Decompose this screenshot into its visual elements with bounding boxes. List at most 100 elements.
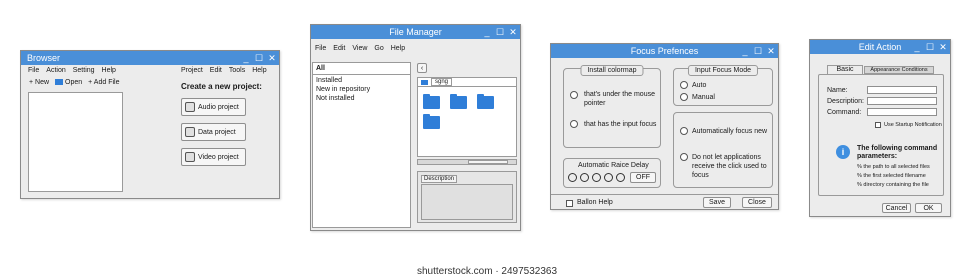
close-icon[interactable]: ✕	[767, 45, 775, 57]
close-icon[interactable]: ✕	[268, 52, 276, 64]
menu-edit[interactable]: Edit	[333, 45, 345, 52]
browser-menubar: File Action Setting Help	[21, 65, 171, 75]
clock-icon	[580, 173, 589, 182]
close-icon[interactable]: ✕	[509, 26, 517, 38]
colormap-focus-radio[interactable]	[570, 120, 578, 128]
new-button[interactable]: + New	[29, 79, 49, 86]
close-icon[interactable]: ✕	[939, 41, 947, 53]
minimize-icon[interactable]: _	[483, 26, 491, 38]
folder-icon[interactable]	[423, 114, 440, 129]
close-button[interactable]: Close	[742, 197, 772, 208]
file-manager-window: File Manager _ ☐ ✕ File Edit View Go Hel…	[310, 24, 521, 231]
browser-toolbar: + New Open + Add File	[29, 79, 119, 86]
browser-title: Browser	[27, 53, 61, 63]
description-field[interactable]	[867, 97, 937, 105]
data-project-button[interactable]: Data project	[181, 123, 246, 141]
folder-icon	[421, 79, 428, 85]
startup-checkbox[interactable]	[875, 122, 881, 128]
folder-view: sgng	[417, 77, 517, 157]
filter-item-not-installed[interactable]: Not installed	[313, 94, 410, 103]
audio-icon	[185, 102, 195, 112]
folder-icon[interactable]	[450, 94, 467, 109]
menu-help[interactable]: Help	[102, 67, 116, 74]
menu-tools[interactable]: Tools	[229, 67, 245, 74]
menu-help[interactable]: Help	[391, 45, 405, 52]
clock-icon	[568, 173, 577, 182]
maximize-icon[interactable]: ☐	[754, 45, 762, 57]
menu-view[interactable]: View	[352, 45, 367, 52]
browser-file-panel[interactable]	[28, 92, 123, 192]
tab-basic[interactable]: Basic	[827, 65, 863, 74]
scrollbar-thumb[interactable]	[468, 160, 508, 164]
colormap-mouse-radio[interactable]	[570, 91, 578, 99]
browser-titlebar: Browser _ ☐ ✕	[21, 51, 279, 65]
minimize-icon[interactable]: _	[741, 45, 749, 57]
maximize-icon[interactable]: ☐	[255, 52, 263, 64]
off-button[interactable]: OFF	[630, 172, 656, 183]
raise-delay-group: Automatic Raice Delay OFF	[563, 158, 661, 188]
no-focus-label: Do not let applications receive the clic…	[692, 154, 767, 179]
auto-focus-radio[interactable]	[680, 127, 688, 135]
open-button[interactable]: Open	[55, 79, 82, 86]
description-text	[421, 184, 513, 220]
menu-setting[interactable]: Setting	[73, 67, 95, 74]
path-label: sgng	[431, 78, 453, 86]
video-project-button[interactable]: Video project	[181, 148, 246, 166]
balloon-help-checkbox[interactable]	[566, 200, 573, 207]
description-panel: Description	[417, 171, 517, 223]
name-field[interactable]	[867, 86, 937, 94]
filter-item-new[interactable]: New in repository	[313, 85, 410, 94]
install-colormap-group: Install colormap that's under the mouse …	[563, 65, 661, 148]
minimize-icon[interactable]: _	[242, 52, 250, 64]
menu-edit[interactable]: Edit	[210, 67, 222, 74]
menu-file[interactable]: File	[315, 45, 326, 52]
folder-icon[interactable]	[477, 94, 494, 109]
watermark: shutterstock.com · 2497532363	[416, 266, 558, 277]
name-label: Name:	[827, 87, 848, 94]
startup-label: Use Startup Notification	[884, 122, 942, 128]
clock-icon	[592, 173, 601, 182]
param-symbol: %	[857, 164, 862, 170]
manual-radio[interactable]	[680, 93, 688, 101]
plus-icon: +	[88, 79, 93, 86]
menu-action[interactable]: Action	[46, 67, 65, 74]
save-button[interactable]: Save	[703, 197, 731, 208]
input-focus-mode-group: Input Focus Mode Auto Manual	[673, 65, 773, 106]
plus-icon: +	[29, 79, 34, 86]
description-label: Description:	[827, 98, 864, 105]
maximize-icon[interactable]: ☐	[496, 26, 504, 38]
menu-file[interactable]: File	[28, 67, 39, 74]
filter-item-all[interactable]: All	[313, 63, 410, 75]
clock-icon	[616, 173, 625, 182]
ok-button[interactable]: OK	[915, 203, 942, 213]
folder-icon[interactable]	[423, 94, 440, 109]
minimize-icon[interactable]: _	[913, 41, 921, 53]
description-tab[interactable]: Description	[421, 175, 458, 183]
input-focus-mode-title: Input Focus Mode	[687, 65, 759, 76]
tab-appearance[interactable]: Appearance Conditions	[864, 66, 934, 74]
horizontal-scrollbar[interactable]	[417, 159, 517, 165]
folder-icon	[55, 79, 64, 86]
edit-action-form: Name: Description: Command: Use Startup …	[818, 74, 944, 196]
add-file-button[interactable]: + Add File	[88, 79, 119, 86]
cancel-button[interactable]: Cancel	[882, 203, 911, 213]
param-directory: % directory containing the file	[857, 182, 929, 188]
clock-icon	[604, 173, 613, 182]
menu-project[interactable]: Project	[181, 67, 203, 74]
create-project-heading: Create a new project:	[181, 82, 262, 91]
edit-action-window: Edit Action _ ☐ ✕ Basic Appearance Condi…	[809, 39, 951, 217]
command-field[interactable]	[867, 108, 937, 116]
file-manager-titlebar: File Manager _ ☐ ✕	[311, 25, 520, 39]
param-first-file: % the first selected filename	[857, 173, 926, 179]
focus-footer-divider	[551, 194, 778, 195]
maximize-icon[interactable]: ☐	[926, 41, 934, 53]
filter-item-installed[interactable]: Installed	[313, 75, 410, 85]
menu-go[interactable]: Go	[374, 45, 383, 52]
audio-project-button[interactable]: Audio project	[181, 98, 246, 116]
video-icon	[185, 152, 195, 162]
back-button[interactable]: ‹	[417, 63, 427, 73]
no-focus-radio[interactable]	[680, 153, 688, 161]
command-label: Command:	[827, 109, 862, 116]
menu-help-right[interactable]: Help	[252, 67, 266, 74]
auto-radio[interactable]	[680, 81, 688, 89]
